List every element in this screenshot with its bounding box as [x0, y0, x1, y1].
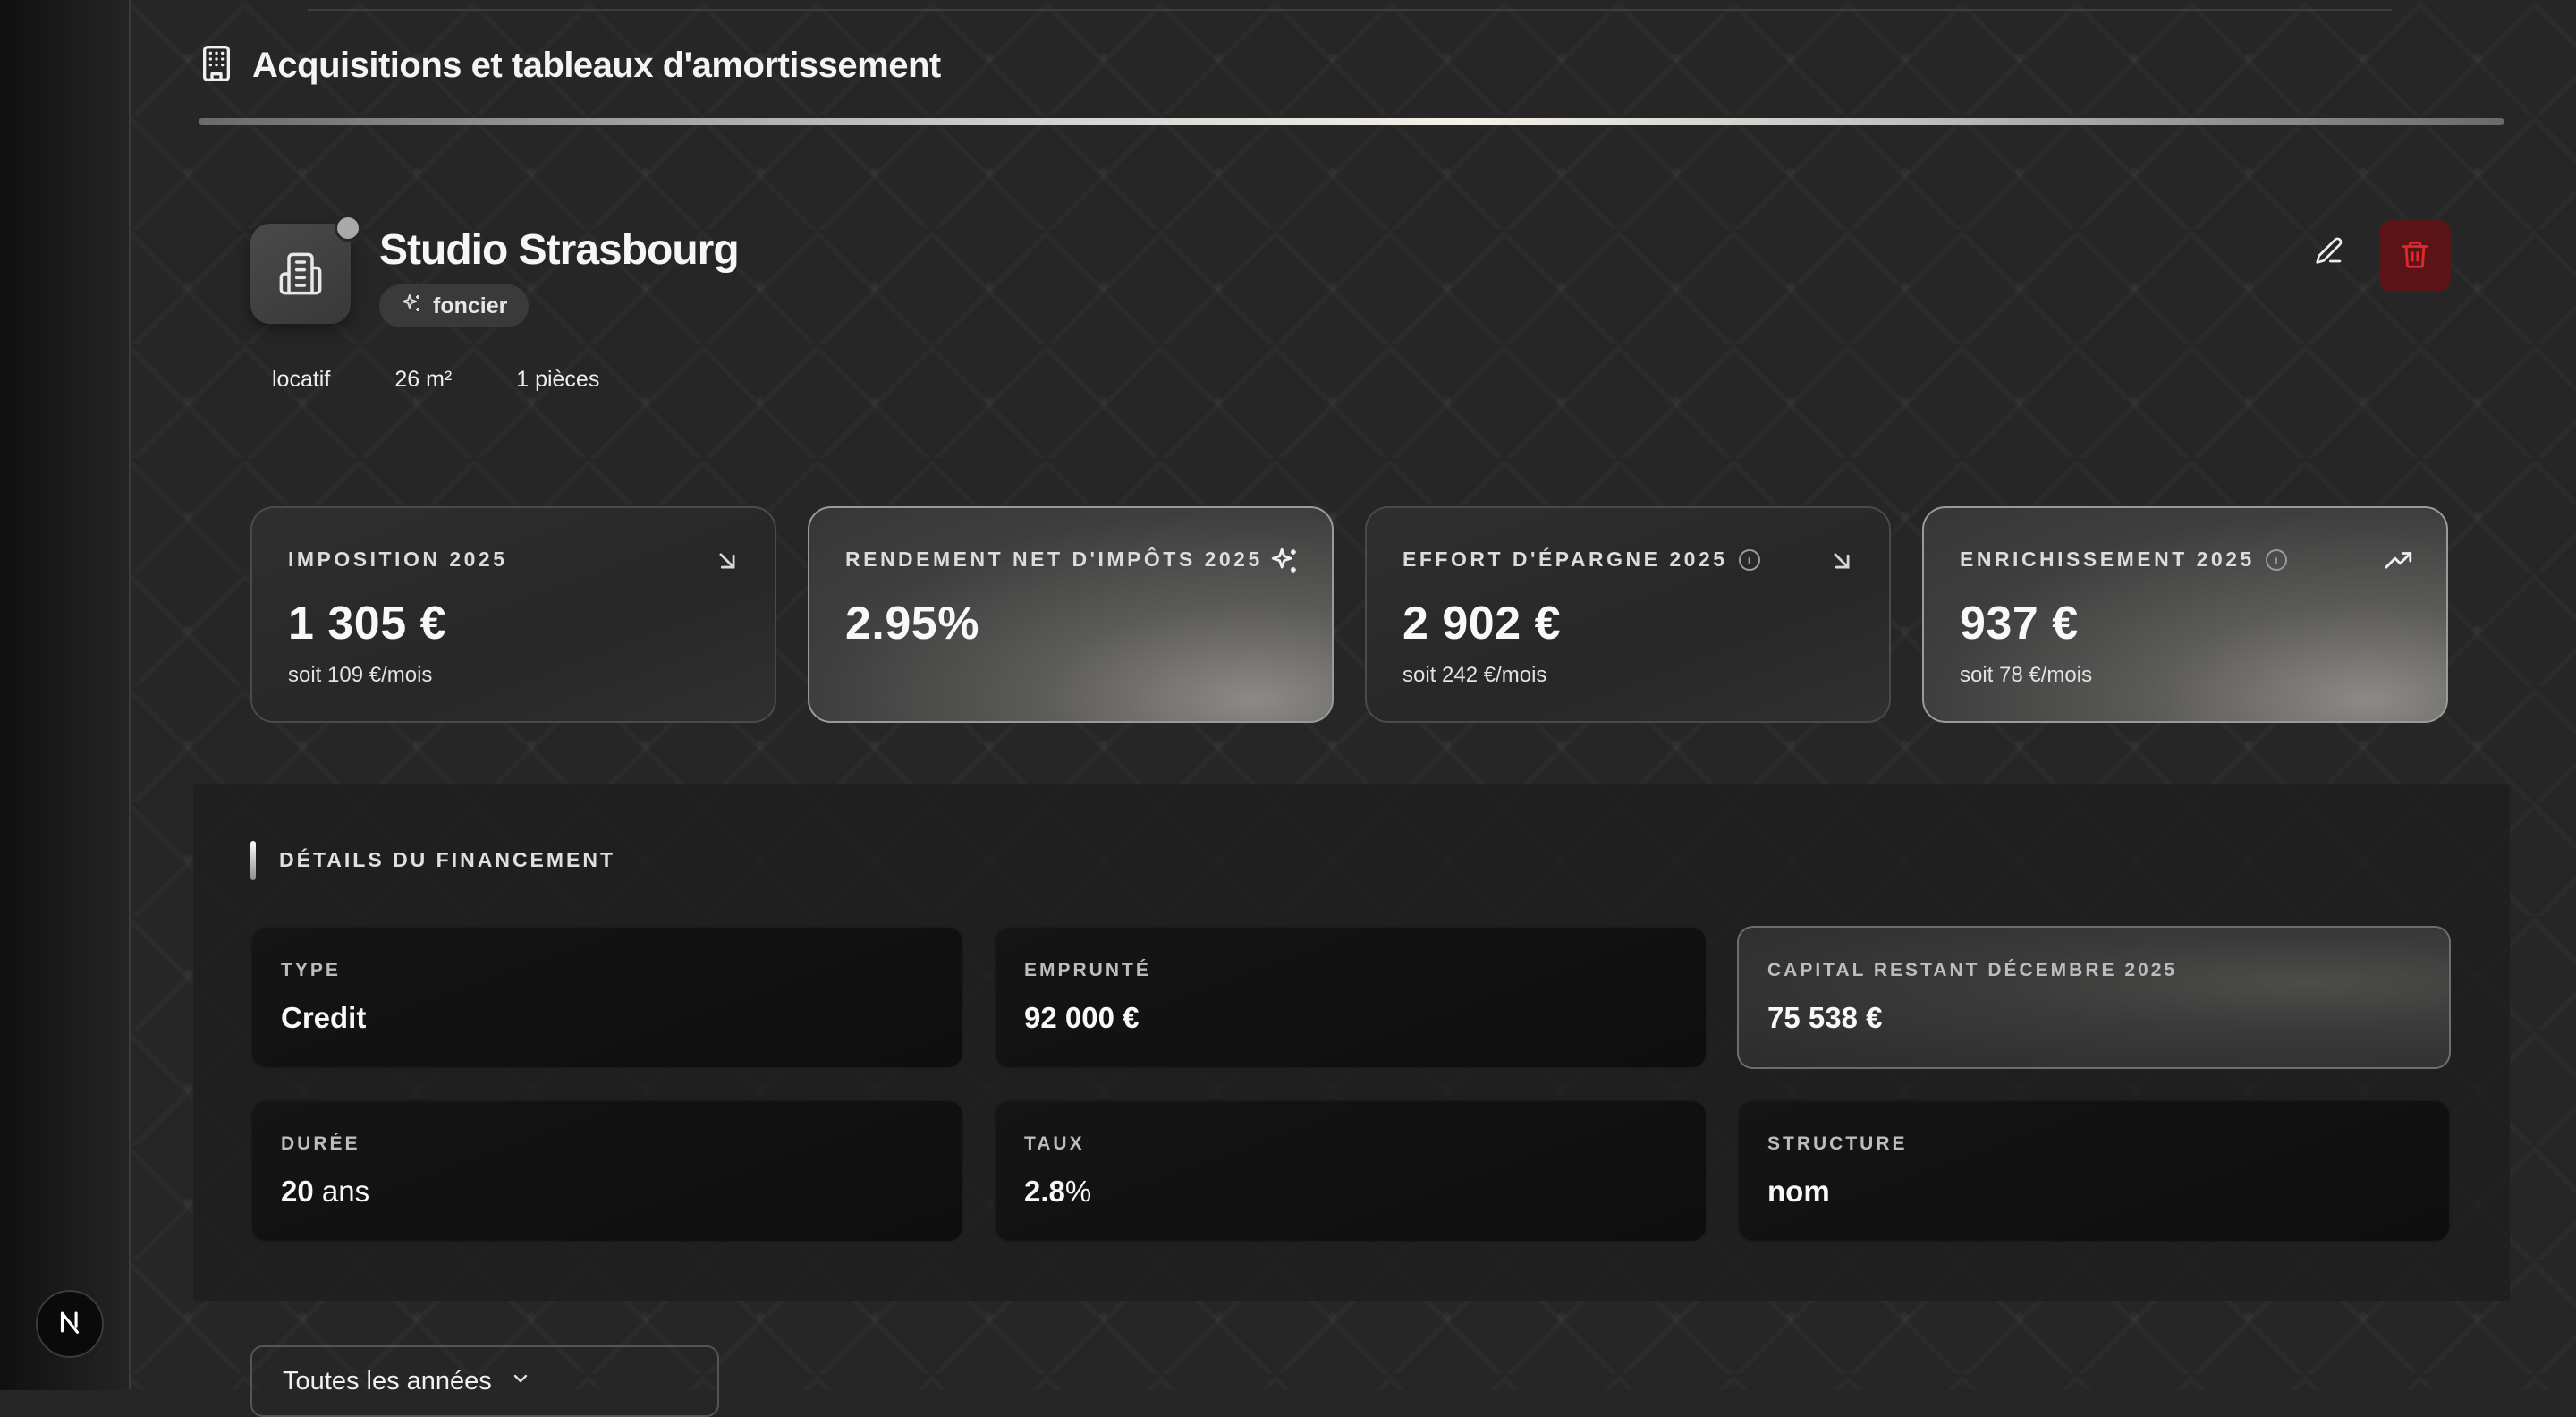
financing-label: EMPRUNTÉ: [1024, 960, 1151, 980]
sparkles-icon: [1269, 546, 1300, 576]
delete-button[interactable]: [2379, 220, 2451, 292]
property-name: Studio Strasbourg: [379, 226, 740, 274]
property-building-icon: [250, 224, 351, 324]
financing-label: CAPITAL RESTANT DÉCEMBRE 2025: [1767, 960, 2178, 980]
info-icon[interactable]: i: [1738, 548, 1760, 571]
financing-borrowed-card: EMPRUNTÉ 92 000 €: [994, 926, 1707, 1069]
arrow-down-right-icon: [712, 546, 742, 576]
property-rooms: 1 pièces: [516, 367, 600, 392]
kpi-label: RENDEMENT NET D'IMPÔTS 2025: [845, 547, 1263, 571]
kpi-card-enrichissement: ENRICHISSEMENT 2025 i 937 € soit 78 €/mo…: [1922, 506, 2448, 723]
financing-value: Credit: [281, 1001, 367, 1034]
financing-unit: %: [1064, 1175, 1092, 1208]
kpi-value: 2 902 €: [1402, 598, 1561, 649]
financing-value: 75 538 €: [1767, 1001, 1883, 1034]
pencil-icon: [2315, 236, 2343, 269]
arrow-down-right-icon: [1826, 546, 1857, 576]
financing-label: TAUX: [1024, 1133, 1085, 1154]
kpi-label: ENRICHISSEMENT 2025: [1960, 547, 2255, 571]
status-dot: [335, 215, 361, 242]
kpi-value: 937 €: [1960, 598, 2079, 649]
kpi-sub: soit 109 €/mois: [288, 663, 433, 687]
kpi-card-effort-epargne: EFFORT D'ÉPARGNE 2025 i 2 902 € soit 242…: [1365, 506, 1891, 723]
financing-rate-card: TAUX 2.8%: [994, 1099, 1707, 1243]
kpi-sub: soit 78 €/mois: [1960, 663, 2093, 687]
kpi-label: EFFORT D'ÉPARGNE 2025: [1402, 547, 1728, 571]
trash-icon: [2400, 239, 2430, 274]
property-surface: 26 m²: [394, 367, 453, 392]
kpi-card-imposition: IMPOSITION 2025 1 305 € soit 109 €/mois: [250, 506, 776, 723]
next-logo-icon: [55, 1307, 85, 1342]
property-tag-label: foncier: [433, 293, 508, 318]
financing-value: 92 000 €: [1024, 1001, 1140, 1034]
financing-duration-card: DURÉE 20 ans: [250, 1099, 964, 1243]
property-tag: foncier: [379, 284, 530, 327]
financing-unit: ans: [313, 1175, 370, 1208]
edit-button[interactable]: [2302, 225, 2356, 279]
kpi-label: IMPOSITION 2025: [288, 547, 508, 571]
next-dev-badge[interactable]: [36, 1290, 104, 1358]
financing-accent: [250, 841, 256, 880]
financing-value: 2.8: [1024, 1175, 1065, 1208]
financing-value: 20: [281, 1175, 314, 1208]
sparkles-icon: [401, 293, 422, 320]
header-accent-bar: [199, 118, 2504, 125]
financing-label: TYPE: [281, 960, 341, 980]
financing-label: DURÉE: [281, 1133, 360, 1154]
year-filter-value: Toutes les années: [283, 1366, 492, 1396]
property-meta: locatif 26 m² 1 pièces: [272, 367, 599, 393]
info-icon[interactable]: i: [2265, 548, 2287, 571]
building-icon: [199, 44, 234, 88]
kpi-sub: soit 242 €/mois: [1402, 663, 1547, 687]
kpi-value: 1 305 €: [288, 598, 446, 649]
kpi-value: 2.95%: [845, 598, 979, 649]
year-filter-select[interactable]: Toutes les années: [250, 1345, 719, 1417]
trending-up-icon: [2384, 546, 2414, 576]
financing-label: STRUCTURE: [1767, 1133, 1908, 1154]
section-title: Acquisitions et tableaux d'amortissement: [252, 45, 941, 85]
financing-remaining-capital-card: CAPITAL RESTANT DÉCEMBRE 2025 75 538 €: [1737, 926, 2451, 1069]
kpi-card-rendement: RENDEMENT NET D'IMPÔTS 2025 2.95%: [808, 506, 1334, 723]
property-usage: locatif: [272, 367, 331, 392]
financing-value: nom: [1767, 1175, 1830, 1208]
chevron-down-icon: [510, 1367, 531, 1396]
section-header: Acquisitions et tableaux d'amortissement: [199, 43, 941, 88]
sidebar-edge: [0, 0, 131, 1390]
financing-structure-card: STRUCTURE nom: [1737, 1099, 2451, 1243]
financing-type-card: TYPE Credit: [250, 926, 964, 1069]
top-divider: [308, 9, 2392, 11]
financing-title: DÉTAILS DU FINANCEMENT: [279, 848, 616, 871]
